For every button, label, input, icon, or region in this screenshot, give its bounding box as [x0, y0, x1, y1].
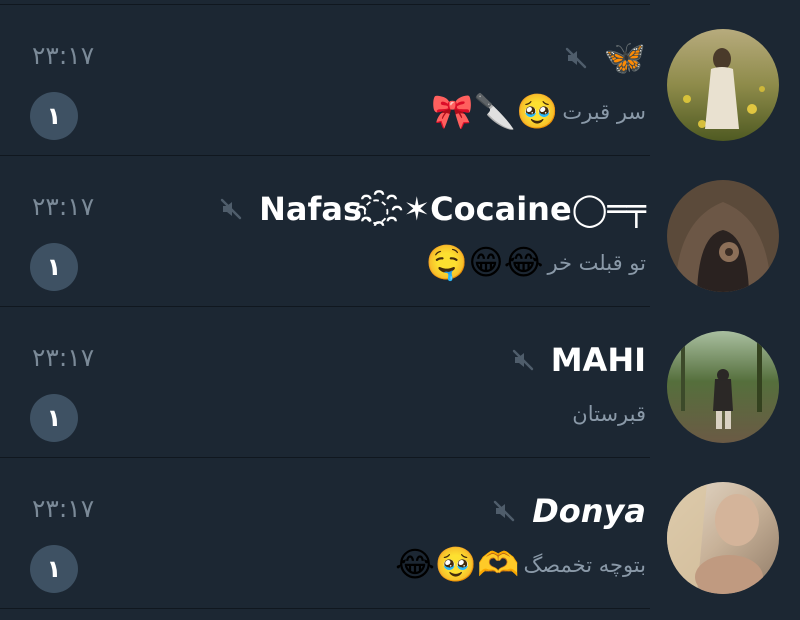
- chat-row[interactable]: Nafas◌҈✶Cocaine◯═╤ ۲۳:۱۷ تو قبلت خر 🤤😁😂 …: [0, 156, 800, 307]
- muted-icon: [512, 349, 533, 371]
- chat-title: Nafas◌҈✶Cocaine◯═╤: [219, 186, 646, 232]
- avatar[interactable]: [667, 482, 779, 594]
- message-preview: بتوچه تخمصگ 😂🥹🫶: [395, 544, 646, 586]
- chat-list: 🦋 ۲۳:۱۷ سر قبرت 🎀🔪🥹 ۱ Nafas◌҈✶Cocaine◯═╤…: [0, 0, 800, 620]
- chat-row[interactable]: 🦋 ۲۳:۱۷ سر قبرت 🎀🔪🥹 ۱: [0, 5, 800, 156]
- preview-emoji: 🎀🔪🥹: [431, 92, 559, 132]
- unread-badge: ۱: [30, 545, 78, 593]
- chat-name: Nafas◌҈✶Cocaine◯═╤: [259, 190, 646, 228]
- preview-text: تو قبلت خر: [547, 251, 646, 275]
- avatar-image: [667, 482, 779, 594]
- chat-title: 🦋: [564, 35, 646, 81]
- preview-emoji: 🤤😁😂: [425, 243, 544, 283]
- message-preview: تو قبلت خر 🤤😁😂: [426, 242, 646, 284]
- message-preview: سر قبرت 🎀🔪🥹: [431, 91, 646, 133]
- message-time: ۲۳:۱۷: [32, 192, 95, 221]
- chat-name: Donya: [532, 492, 646, 530]
- preview-text: سر قبرت: [562, 100, 646, 124]
- unread-badge: ۱: [30, 243, 78, 291]
- avatar-image: [667, 331, 779, 443]
- avatar-image: [667, 29, 779, 141]
- avatar-image: [667, 180, 779, 292]
- preview-emoji: 😂🥹🫶: [395, 545, 520, 585]
- avatar[interactable]: [667, 29, 779, 141]
- message-preview: قبرستان: [572, 393, 646, 435]
- message-time: ۲۳:۱۷: [32, 343, 95, 372]
- preview-text: بتوچه تخمصگ: [523, 553, 647, 577]
- muted-icon: [220, 198, 242, 220]
- message-time: ۲۳:۱۷: [32, 494, 95, 523]
- avatar[interactable]: [667, 180, 779, 292]
- unread-badge: ۱: [30, 92, 78, 140]
- chat-row[interactable]: MAHI ۲۳:۱۷ قبرستان ۱: [0, 307, 800, 458]
- muted-icon: [565, 47, 586, 69]
- unread-badge: ۱: [30, 394, 78, 442]
- chat-row[interactable]: Donya ۲۳:۱۷ بتوچه تخمصگ 😂🥹🫶 ۱: [0, 458, 800, 609]
- preview-text: قبرستان: [572, 402, 646, 426]
- chat-title: MAHI: [511, 337, 646, 383]
- chat-title: Donya: [492, 488, 646, 534]
- divider: [0, 608, 650, 609]
- chat-name: MAHI: [550, 341, 646, 379]
- avatar[interactable]: [667, 331, 779, 443]
- message-time: ۲۳:۱۷: [32, 41, 95, 70]
- chat-name: 🦋: [603, 38, 646, 78]
- muted-icon: [494, 500, 515, 522]
